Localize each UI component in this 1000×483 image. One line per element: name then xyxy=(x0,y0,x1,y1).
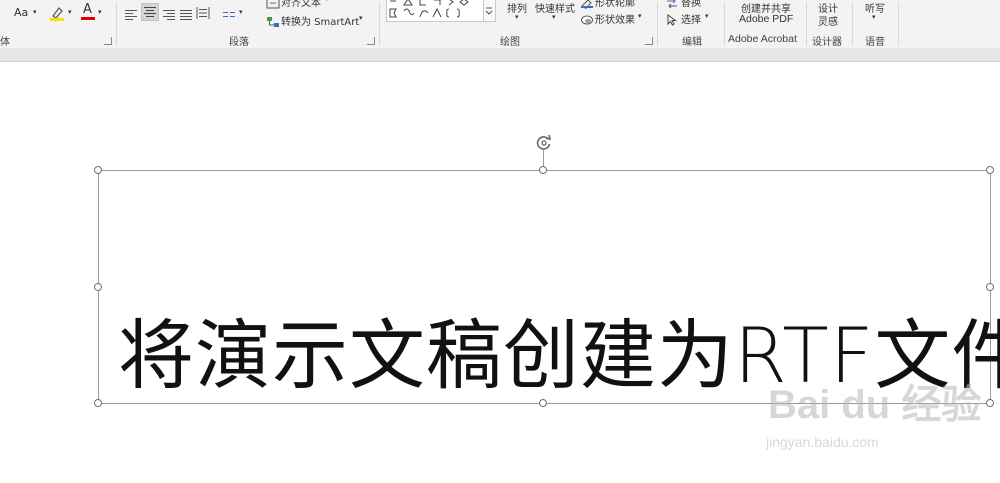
ribbon-bottom-strip xyxy=(0,48,1000,62)
chevron-down-icon[interactable]: ▾ xyxy=(68,8,72,16)
align-right-icon[interactable] xyxy=(162,6,176,25)
replace-button[interactable]: 替换 xyxy=(681,0,701,9)
chevron-down-icon[interactable]: ▾ xyxy=(33,8,37,16)
group-separator xyxy=(852,2,853,46)
dialog-launcher-icon[interactable] xyxy=(645,37,653,45)
chevron-down-icon[interactable]: ▾ xyxy=(239,8,243,16)
paragraph-group-label: 段落 xyxy=(229,37,249,48)
design-ideas-line2[interactable]: 灵感 xyxy=(818,13,838,28)
distributed-align-icon[interactable] xyxy=(196,5,210,24)
create-share-pdf-line2[interactable]: Adobe PDF xyxy=(739,13,793,25)
resize-handle-left[interactable] xyxy=(94,283,102,291)
resize-handle-bottom-left[interactable] xyxy=(94,399,102,407)
columns-icon[interactable] xyxy=(222,6,236,25)
smartart-icon[interactable] xyxy=(266,13,280,32)
dialog-launcher-icon[interactable] xyxy=(104,37,112,45)
font-group-label: 体 xyxy=(0,37,10,48)
rotate-handle-icon[interactable] xyxy=(534,133,554,157)
chevron-down-icon[interactable]: ▾ xyxy=(325,0,329,3)
font-color-bar xyxy=(81,17,95,20)
resize-handle-top[interactable] xyxy=(539,166,547,174)
align-text-button[interactable]: 对齐文本 xyxy=(281,0,321,9)
group-separator xyxy=(724,2,725,46)
chevron-down-icon[interactable]: ▾ xyxy=(359,14,363,22)
justify-icon[interactable] xyxy=(179,6,193,25)
shape-outline-button[interactable]: 形状轮廓 xyxy=(595,0,635,9)
group-separator xyxy=(379,2,380,46)
chevron-down-icon[interactable]: ▾ xyxy=(638,12,642,20)
align-text-icon[interactable] xyxy=(266,0,280,13)
font-color-button[interactable]: A xyxy=(80,2,96,22)
ribbon: Aa ▾ ▾ A ▾ 体 ▾ 对齐文本 ▾ 转换为 SmartArt ▾ xyxy=(0,0,1000,49)
group-separator xyxy=(657,2,658,46)
dialog-launcher-icon[interactable] xyxy=(367,37,375,45)
designer-group-label: 设计器 xyxy=(812,37,842,48)
chevron-down-icon[interactable]: ▾ xyxy=(552,13,556,21)
chevron-down-icon[interactable]: ▾ xyxy=(872,13,876,21)
watermark-brand: Bai du 经验 xyxy=(768,383,982,427)
watermark-url: jingyan.baidu.com xyxy=(766,434,879,450)
gallery-scroll[interactable] xyxy=(484,0,496,22)
resize-handle-right[interactable] xyxy=(986,283,994,291)
convert-smartart-button[interactable]: 转换为 SmartArt xyxy=(281,13,359,28)
shape-effects-icon[interactable] xyxy=(580,11,594,30)
chevron-down-icon[interactable]: ▾ xyxy=(515,13,519,21)
group-separator xyxy=(898,2,899,46)
resize-handle-top-left[interactable] xyxy=(94,166,102,174)
select-cursor-icon[interactable] xyxy=(666,11,678,30)
editing-group-label: 编辑 xyxy=(682,37,702,48)
select-button[interactable]: 选择 xyxy=(681,11,701,26)
font-color-letter: A xyxy=(83,2,92,17)
shape-effects-button[interactable]: 形状效果 xyxy=(595,11,635,26)
font-size-button[interactable]: Aa xyxy=(14,6,28,19)
group-separator xyxy=(806,2,807,46)
align-left-icon[interactable] xyxy=(124,6,138,25)
chevron-down-icon[interactable]: ▾ xyxy=(98,8,102,16)
resize-handle-top-right[interactable] xyxy=(986,166,994,174)
chevron-down-icon[interactable]: ▾ xyxy=(705,12,709,20)
align-center-icon[interactable] xyxy=(141,3,159,21)
voice-group-label: 语音 xyxy=(865,37,885,48)
drawing-group-label: 绘图 xyxy=(500,37,520,48)
group-separator xyxy=(116,2,117,46)
highlighter-icon[interactable] xyxy=(48,4,66,26)
acrobat-group-label: Adobe Acrobat xyxy=(728,33,797,45)
shapes-gallery[interactable] xyxy=(386,0,484,22)
